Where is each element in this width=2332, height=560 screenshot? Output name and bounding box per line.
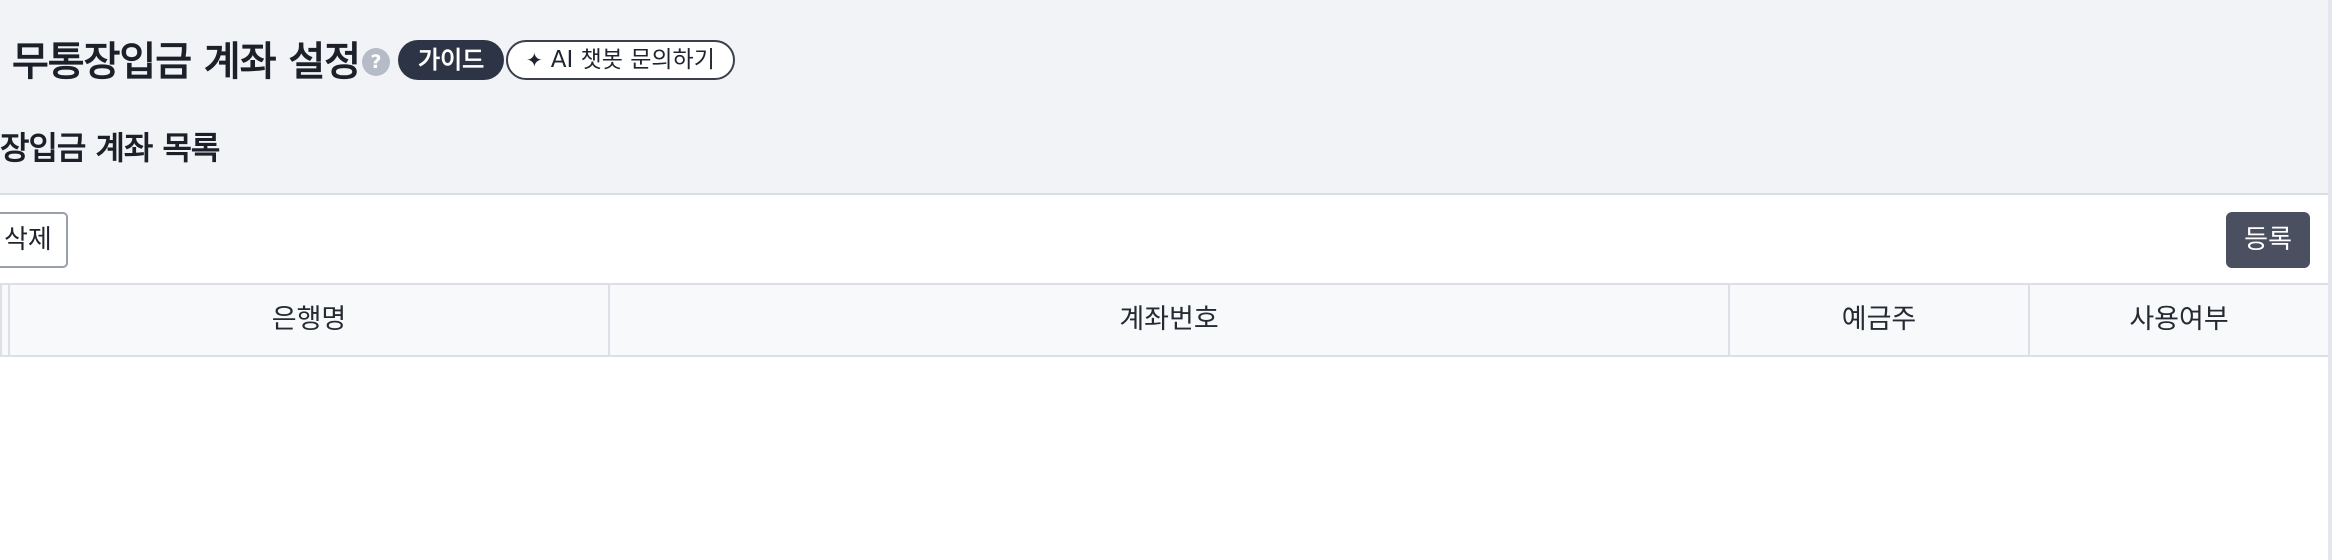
checkbox-column-header[interactable] <box>0 285 8 355</box>
guide-button[interactable]: 가이드 <box>398 40 505 80</box>
question-icon[interactable]: ? <box>362 48 390 76</box>
table-body <box>0 357 2328 560</box>
ai-chatbot-button[interactable]: ✦ AI 챗봇 문의하기 <box>506 40 735 80</box>
table-toolbar: 삭제 등록 <box>0 195 2328 283</box>
scrollbar-track[interactable] <box>2328 0 2332 560</box>
delete-button[interactable]: 삭제 <box>0 212 68 268</box>
column-header-bank[interactable]: 은행명 <box>8 285 608 355</box>
sparkle-icon: ✦ <box>526 48 543 72</box>
table-header: 은행명 계좌번호 예금주 사용여부 <box>0 283 2328 357</box>
column-header-usage[interactable]: 사용여부 <box>2028 285 2328 355</box>
column-header-account-number[interactable]: 계좌번호 <box>608 285 1728 355</box>
page-header-area: 무통장입금 계좌 설정 ? 가이드 ✦ AI 챗봇 문의하기 장입금 계좌 목록 <box>0 0 2328 194</box>
column-header-depositor[interactable]: 예금주 <box>1728 285 2028 355</box>
section-title: 장입금 계좌 목록 <box>0 129 220 167</box>
ai-chatbot-label: AI 챗봇 문의하기 <box>550 47 715 73</box>
page-title: 무통장입금 계좌 설정 <box>12 39 361 85</box>
register-button[interactable]: 등록 <box>2226 212 2310 268</box>
